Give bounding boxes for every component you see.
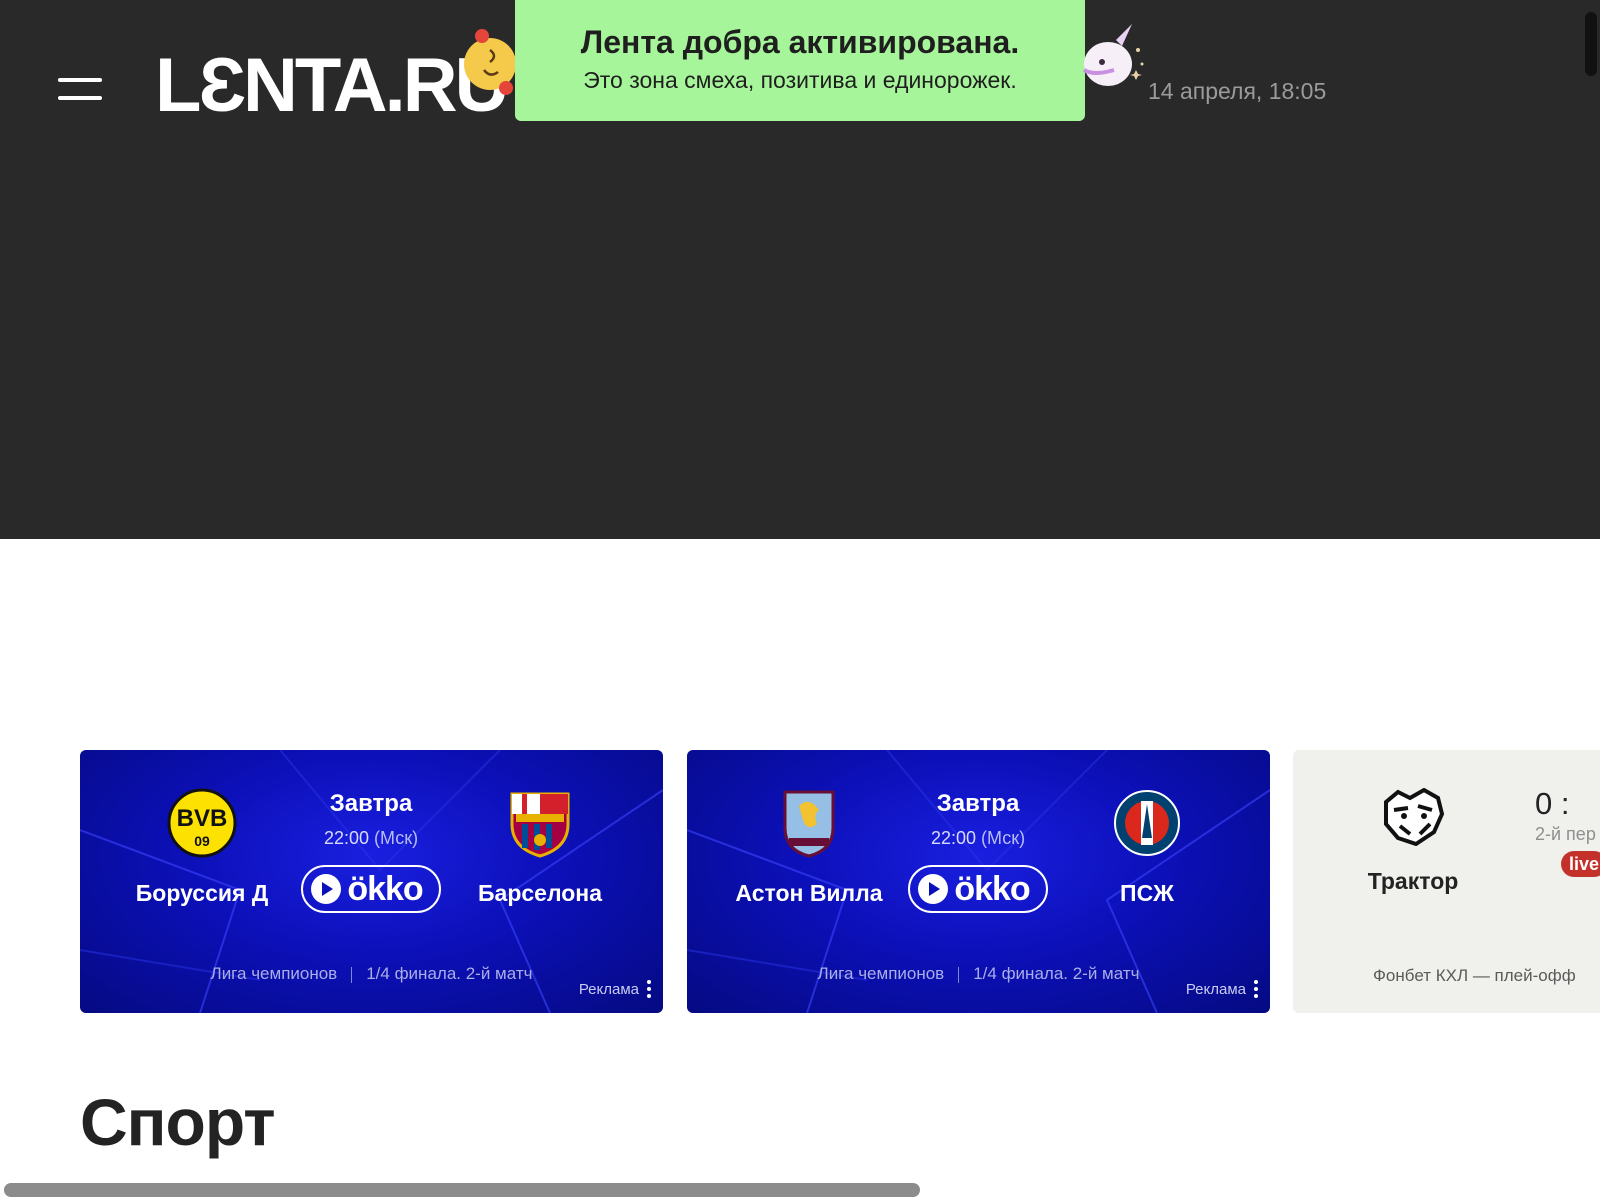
match-card[interactable]: Астон Вилла Завтра 22:00 (Мск) ökko ПСЖ … (687, 750, 1270, 1013)
live-badge: live (1561, 851, 1600, 877)
ad-label[interactable]: Реклама (1186, 980, 1258, 998)
play-icon (918, 874, 949, 904)
league-name: Лига чемпионов (210, 964, 338, 983)
time-zone: (Мск) (981, 828, 1026, 848)
divider (351, 966, 353, 983)
ad-label[interactable]: Реклама (579, 980, 651, 998)
aston-villa-crest-icon (783, 790, 835, 858)
team-name: Трактор (1367, 868, 1459, 894)
match-league: Лига чемпионов 1/4 финала. 2-й матч (687, 964, 1270, 984)
more-options-icon[interactable] (647, 980, 651, 998)
time-value: 22:00 (930, 828, 976, 848)
broadcaster-label: ökko (347, 869, 423, 908)
unicorn-icon (1082, 24, 1144, 86)
match-period: 2-й пер (1535, 824, 1596, 844)
more-options-icon[interactable] (1254, 980, 1258, 998)
team-name: ПСЖ (1120, 880, 1174, 906)
okko-watch-button[interactable]: ökko (908, 865, 1048, 913)
team-home[interactable]: Трактор (1313, 788, 1513, 895)
league-stage: 1/4 финала. 2-й матч (973, 964, 1140, 983)
svg-text:BVB: BVB (177, 805, 228, 832)
match-card-live[interactable]: Трактор 0 : 2-й пер live Фонбет КХЛ — пл… (1293, 750, 1600, 1013)
match-league: Лига чемпионов 1/4 финала. 2-й матч (80, 964, 663, 984)
broadcaster-label: ökko (954, 869, 1030, 908)
site-header: LƐNTA.RU Лента добра активирована. Это з… (0, 0, 1600, 539)
league-stage: 1/4 финала. 2-й матч (366, 964, 533, 983)
toast-subtitle: Это зона смеха, позитива и единорожек. (583, 67, 1017, 93)
ad-text: Реклама (1185, 980, 1246, 998)
bvb-crest-icon: BVB 09 (167, 788, 237, 858)
team-name: Барселона (478, 880, 602, 906)
okko-watch-button[interactable]: ökko (301, 865, 441, 913)
team-away[interactable]: Барселона (440, 788, 640, 907)
site-logo[interactable]: LƐNTA.RU (155, 48, 509, 124)
time-value: 22:00 (323, 828, 369, 848)
ad-text: Реклама (578, 980, 639, 998)
time-zone: (Мск) (374, 828, 419, 848)
current-datetime: 14 апреля, 18:05 (1148, 78, 1327, 104)
team-away[interactable]: ПСЖ (1047, 788, 1247, 907)
kindness-mode-toast[interactable]: Лента добра активирована. Это зона смеха… (515, 0, 1085, 121)
psg-crest-icon (1114, 790, 1180, 856)
live-score: 0 : (1535, 786, 1570, 821)
smiley-face-icon (464, 29, 516, 95)
play-icon (311, 874, 342, 904)
league-name: Фонбет КХЛ — плей-офф (1373, 966, 1576, 985)
divider (958, 966, 960, 983)
match-card[interactable]: BVB 09 Боруссия Д Завтра 22:00 (Мск) ökk… (80, 750, 663, 1013)
horizontal-scrollbar[interactable] (4, 1183, 920, 1197)
traktor-tiger-crest-icon (1384, 788, 1445, 846)
match-carousel: BVB 09 Боруссия Д Завтра 22:00 (Мск) ökk… (80, 750, 1600, 1013)
svg-text:09: 09 (194, 833, 210, 849)
section-title[interactable]: Спорт (80, 1084, 276, 1160)
fcb-crest-icon (510, 792, 570, 858)
hamburger-menu-icon[interactable] (58, 78, 102, 102)
league-name: Лига чемпионов (817, 964, 945, 983)
vertical-scrollbar[interactable] (1585, 12, 1597, 76)
toast-title: Лента добра активирована. (580, 24, 1020, 60)
